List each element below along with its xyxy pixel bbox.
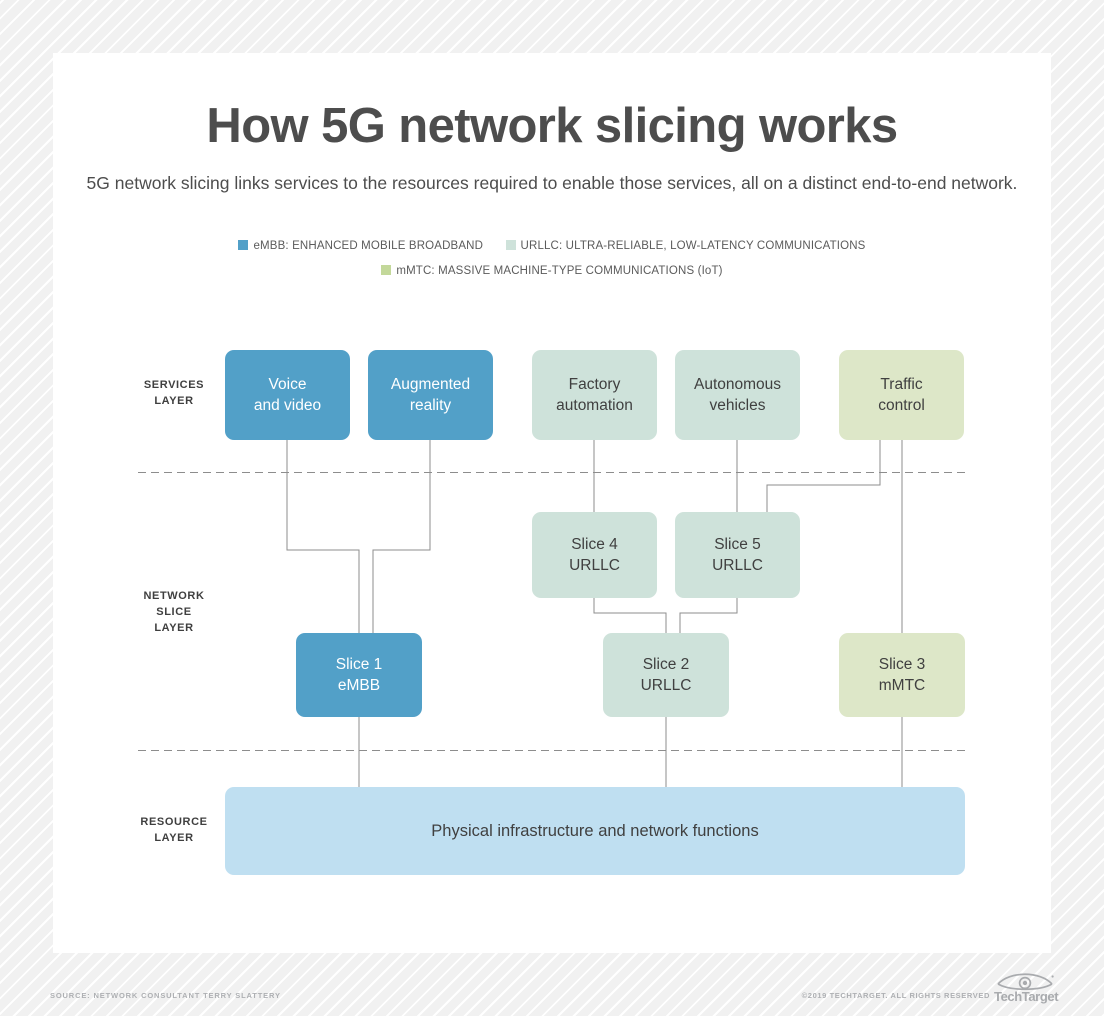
layer-label-services: SERVICES LAYER [119, 378, 229, 410]
service-ar-line2: reality [409, 397, 452, 414]
infographic-card: How 5G network slicing works 5G network … [53, 53, 1051, 953]
techtarget-wordmark: TechTarget [994, 989, 1059, 1004]
layer-label-slice-line1: NETWORK [143, 590, 205, 602]
wire-slice4-to-slice2 [593, 598, 667, 637]
footer: SOURCE: NETWORK CONSULTANT TERRY SLATTER… [0, 953, 1104, 1016]
layer-label-network-slice: NETWORK SLICE LAYER [119, 589, 229, 637]
service-node-traffic-control[interactable]: Traffic control [839, 350, 964, 440]
service-node-voice-and-video[interactable]: Voice and video [225, 350, 350, 440]
slice-node-slice-5[interactable]: Slice 5 URLLC [675, 512, 800, 598]
techtarget-logo: TechTarget [994, 970, 1059, 1004]
slice-node-slice-2[interactable]: Slice 2 URLLC [603, 633, 729, 717]
slice4-line2: URLLC [569, 557, 620, 574]
wire-slice5-to-slice2 [679, 598, 738, 637]
service-factory-line1: Factory [568, 375, 621, 393]
slice-node-slice-4[interactable]: Slice 4 URLLC [532, 512, 657, 598]
resource-layer-bar[interactable]: Physical infrastructure and network func… [225, 787, 965, 875]
service-node-factory-automation[interactable]: Factory automation [532, 350, 657, 440]
layer-label-services-line1: SERVICES [143, 379, 205, 391]
service-traffic-line2: control [878, 397, 925, 414]
slice-node-slice-3[interactable]: Slice 3 mMTC [839, 633, 965, 717]
copyright-note: ©2019 TECHTARGET. ALL RIGHTS RESERVED [801, 991, 990, 1000]
slice3-line2: mMTC [878, 677, 926, 694]
slice1-line1: Slice 1 [335, 655, 383, 673]
service-autonomous-line1: Autonomous [693, 375, 782, 393]
service-autonomous-line2: vehicles [709, 397, 766, 414]
service-voice-line1: Voice [268, 375, 307, 393]
slice2-line1: Slice 2 [642, 655, 690, 673]
resource-layer-label: Physical infrastructure and network func… [431, 821, 759, 840]
slice2-line2: URLLC [640, 677, 692, 694]
slice1-line2: eMBB [337, 677, 381, 694]
service-traffic-line1: Traffic [880, 375, 923, 393]
layer-label-slice-line3: LAYER [154, 621, 194, 634]
layer-label-resource: RESOURCE LAYER [119, 815, 229, 847]
slice3-line1: Slice 3 [878, 655, 926, 673]
service-node-autonomous-vehicles[interactable]: Autonomous vehicles [675, 350, 800, 440]
slice5-line2: URLLC [712, 557, 763, 574]
layer-label-services-line2: LAYER [154, 394, 194, 407]
service-ar-line1: Augmented [390, 375, 471, 393]
service-factory-line2: automation [556, 397, 633, 414]
service-voice-line2: and video [253, 397, 322, 414]
layer-label-slice-line2: SLICE [156, 605, 192, 618]
layer-label-resource-line2: LAYER [154, 831, 194, 844]
layer-label-resource-line1: RESOURCE [140, 816, 208, 828]
wire-ar-to-slice1 [372, 440, 431, 637]
service-node-augmented-reality[interactable]: Augmented reality [368, 350, 493, 440]
wire-traffic-to-slice5 [766, 440, 881, 512]
slice4-line1: Slice 4 [571, 535, 618, 553]
source-note: SOURCE: NETWORK CONSULTANT TERRY SLATTER… [50, 991, 281, 1000]
network-slicing-diagram: SERVICES LAYER NETWORK SLICE LAYER RESOU… [53, 53, 1051, 953]
wire-voice-to-slice1 [286, 440, 360, 637]
slice5-line1: Slice 5 [714, 535, 761, 553]
slice-node-slice-1[interactable]: Slice 1 eMBB [296, 633, 422, 717]
